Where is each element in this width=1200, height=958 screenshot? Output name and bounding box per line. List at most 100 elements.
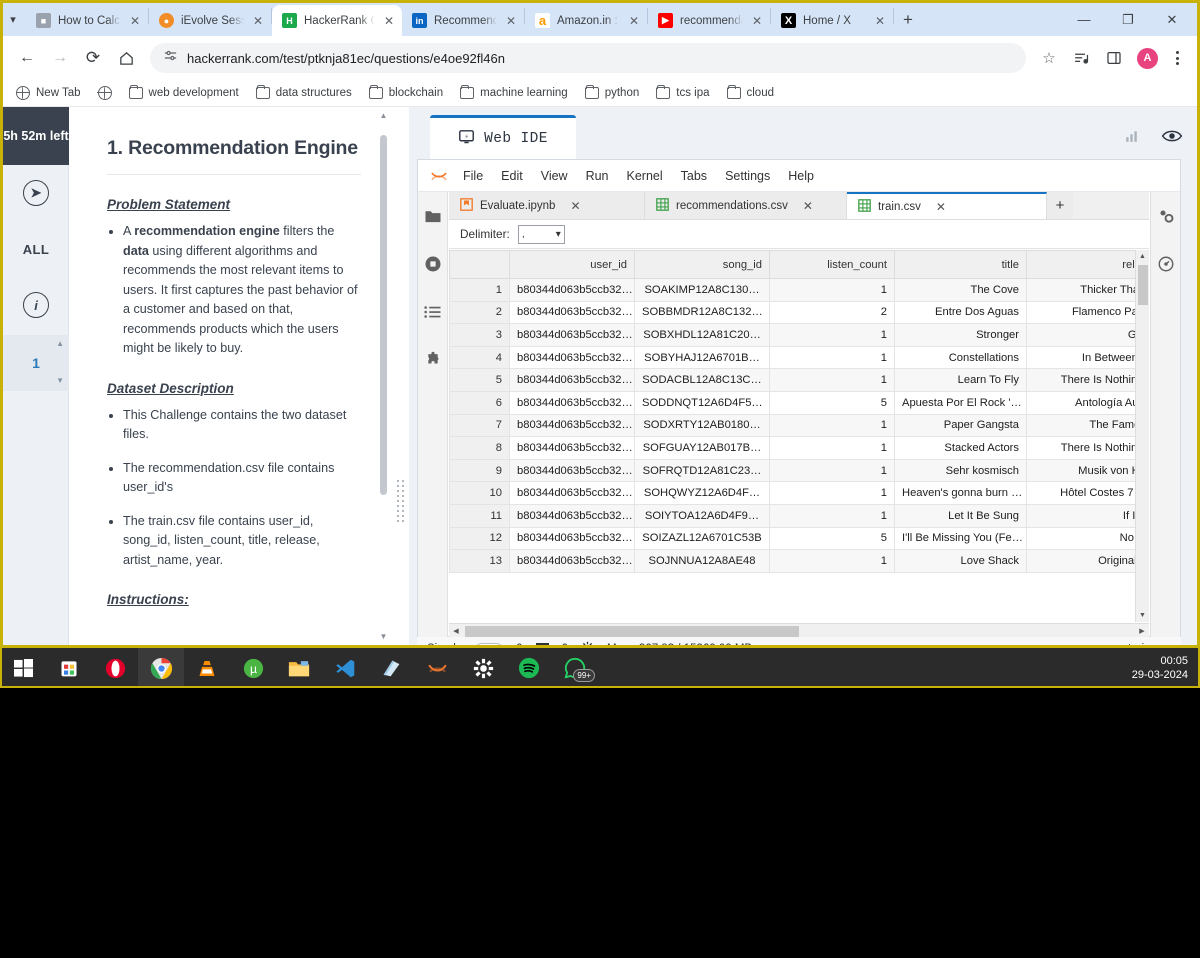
bookmark-folder-cloud[interactable]: cloud xyxy=(720,84,782,102)
back-icon[interactable]: ← xyxy=(12,43,42,73)
menu-view[interactable]: View xyxy=(532,165,577,187)
cell-index[interactable]: 9 xyxy=(449,458,510,483)
cell-user-id[interactable]: b80344d063b5ccb32… xyxy=(509,323,635,347)
menu-edit[interactable]: Edit xyxy=(492,165,532,187)
taskbar-clock[interactable]: 00:05 29-03-2024 xyxy=(1132,654,1188,682)
cell-song-id[interactable]: SOHQWYZ12A6D4F… xyxy=(634,481,770,505)
cell-title[interactable]: Paper Gangsta xyxy=(894,413,1027,438)
cell-listen-count[interactable]: 1 xyxy=(769,458,895,483)
bookmark-folder-tcs-ipa[interactable]: tcs ipa xyxy=(649,84,716,102)
cell-user-id[interactable]: b80344d063b5ccb32… xyxy=(509,549,635,573)
menu-settings[interactable]: Settings xyxy=(716,165,779,187)
close-icon[interactable]: ✕ xyxy=(251,14,265,28)
cell-release[interactable]: Hôtel Costes 7 by S xyxy=(1026,481,1149,505)
cell-release[interactable]: Antología Audiov xyxy=(1026,390,1149,415)
column-header-release[interactable]: release xyxy=(1026,250,1149,279)
cell-listen-count[interactable]: 5 xyxy=(769,390,895,415)
cell-title[interactable]: Let It Be Sung xyxy=(894,503,1027,528)
cell-song-id[interactable]: SOFGUAY12AB017B… xyxy=(634,436,770,460)
bookmark-item-1[interactable] xyxy=(91,83,119,103)
table-row[interactable]: 13 b80344d063b5ccb32… SOJNNUA12A8AE48 1 Love… xyxy=(449,549,1149,573)
cell-song-id[interactable]: SOIZAZL12A6701C53B xyxy=(634,526,770,551)
eye-icon[interactable] xyxy=(1161,128,1183,149)
tab-web-ide[interactable]: ⚡ Web IDE xyxy=(430,115,576,159)
chart-icon[interactable] xyxy=(1124,129,1139,148)
extensions-icon[interactable] xyxy=(423,350,443,370)
chevron-left-icon[interactable]: ◀ xyxy=(449,627,463,635)
cell-user-id[interactable]: b80344d063b5ccb32… xyxy=(509,278,635,302)
chevron-up-icon[interactable]: ▲ xyxy=(379,111,388,120)
cell-listen-count[interactable]: 5 xyxy=(769,526,895,551)
chevron-down-icon[interactable]: ▼ xyxy=(379,632,388,641)
menu-file[interactable]: File xyxy=(454,165,492,187)
column-header-index[interactable] xyxy=(449,250,510,279)
forward-icon[interactable]: → xyxy=(45,43,75,73)
csv-data-grid[interactable]: user_id song_id listen_count title relea… xyxy=(449,250,1149,622)
avatar[interactable]: A xyxy=(1137,47,1158,69)
cell-listen-count[interactable]: 1 xyxy=(769,368,895,392)
cell-release[interactable]: Thicker Than W xyxy=(1026,278,1149,302)
close-icon[interactable]: ✕ xyxy=(936,200,946,214)
anaconda-icon[interactable] xyxy=(414,648,460,688)
close-icon[interactable]: ✕ xyxy=(128,14,142,28)
cell-listen-count[interactable]: 2 xyxy=(769,300,895,325)
maximize-icon[interactable]: ❐ xyxy=(1106,4,1150,35)
close-icon[interactable]: ✕ xyxy=(382,14,396,28)
cell-release[interactable]: There Is Nothing Le xyxy=(1026,368,1149,392)
browser-tab-1[interactable]: ● iEvolve Session ✕ xyxy=(149,5,271,36)
folder-icon[interactable] xyxy=(423,206,443,226)
reload-icon[interactable]: ⟳ xyxy=(78,43,108,73)
cell-song-id[interactable]: SODXRTY12AB0180… xyxy=(634,413,770,438)
column-header-title[interactable]: title xyxy=(894,250,1027,279)
cell-user-id[interactable]: b80344d063b5ccb32… xyxy=(509,458,635,483)
cell-listen-count[interactable]: 1 xyxy=(769,436,895,460)
debugger-icon[interactable] xyxy=(1156,254,1176,274)
cell-title[interactable]: Constellations xyxy=(894,345,1027,370)
chevron-down-icon[interactable]: ▼ xyxy=(56,376,64,385)
cell-user-id[interactable]: b80344d063b5ccb32… xyxy=(509,390,635,415)
close-window-icon[interactable]: ✕ xyxy=(1150,4,1194,35)
table-row[interactable]: 9 b80344d063b5ccb32… SOFRQTD12A81C23… 1 Sehr… xyxy=(449,458,1149,483)
start-icon[interactable] xyxy=(0,648,46,688)
table-row[interactable]: 10 b80344d063b5ccb32… SOHQWYZ12A6D4F… 1 Heav… xyxy=(449,481,1149,505)
cell-index[interactable]: 12 xyxy=(449,526,510,551)
cell-user-id[interactable]: b80344d063b5ccb32… xyxy=(509,345,635,370)
cell-index[interactable]: 6 xyxy=(449,390,510,415)
utorrent-icon[interactable]: µ xyxy=(230,648,276,688)
vscode-icon[interactable] xyxy=(322,648,368,688)
cell-release[interactable]: Musik von Harm xyxy=(1026,458,1149,483)
menu-help[interactable]: Help xyxy=(779,165,823,187)
cell-listen-count[interactable]: 1 xyxy=(769,481,895,505)
table-row[interactable]: 5 b80344d063b5ccb32… SODACBL12A8C13C… 1 Lear… xyxy=(449,368,1149,392)
browser-tab-0[interactable]: ■ How to Calculat ✕ xyxy=(26,5,148,36)
commands-icon[interactable] xyxy=(423,302,443,322)
cell-title[interactable]: Heaven's gonna burn … xyxy=(894,481,1027,505)
bookmark-star-icon[interactable]: ☆ xyxy=(1035,44,1063,72)
new-tab-button[interactable]: + xyxy=(894,6,922,34)
browser-menu-icon[interactable] xyxy=(1166,51,1188,65)
cell-release[interactable]: Gradu xyxy=(1026,323,1149,347)
cell-user-id[interactable]: b80344d063b5ccb32… xyxy=(509,481,635,505)
cell-index[interactable]: 5 xyxy=(449,368,510,392)
column-header-listen-count[interactable]: listen_count xyxy=(769,250,895,279)
close-icon[interactable]: ✕ xyxy=(750,14,764,28)
cell-release[interactable]: There Is Nothing Le xyxy=(1026,436,1149,460)
cell-title[interactable]: Stacked Actors xyxy=(894,436,1027,460)
cell-title[interactable]: Stronger xyxy=(894,323,1027,347)
cell-title[interactable]: Entre Dos Aguas xyxy=(894,300,1027,325)
close-icon[interactable]: ✕ xyxy=(627,14,641,28)
browser-tab-4[interactable]: a Amazon.in : we ✕ xyxy=(525,5,647,36)
cell-index[interactable]: 1 xyxy=(449,278,510,302)
rail-all-filter[interactable]: ALL xyxy=(3,221,69,277)
cell-user-id[interactable]: b80344d063b5ccb32… xyxy=(509,300,635,325)
delimiter-select[interactable]: , ▾ xyxy=(517,224,565,244)
scrollbar-thumb[interactable] xyxy=(465,625,799,637)
rail-info-button[interactable]: i xyxy=(3,277,69,333)
question-list-scroll[interactable]: ▲ ▼ xyxy=(56,339,64,385)
address-bar[interactable]: hackerrank.com/test/ptknja81ec/questions… xyxy=(150,43,1026,73)
cell-user-id[interactable]: b80344d063b5ccb32… xyxy=(509,503,635,528)
table-row[interactable]: 1 b80344d063b5ccb32… SOAKIMP12A8C130… 1 The … xyxy=(449,278,1149,302)
cell-listen-count[interactable]: 1 xyxy=(769,323,895,347)
property-inspector-icon[interactable] xyxy=(1156,206,1176,226)
problem-scrollbar[interactable]: ▲ ▼ xyxy=(379,111,388,641)
